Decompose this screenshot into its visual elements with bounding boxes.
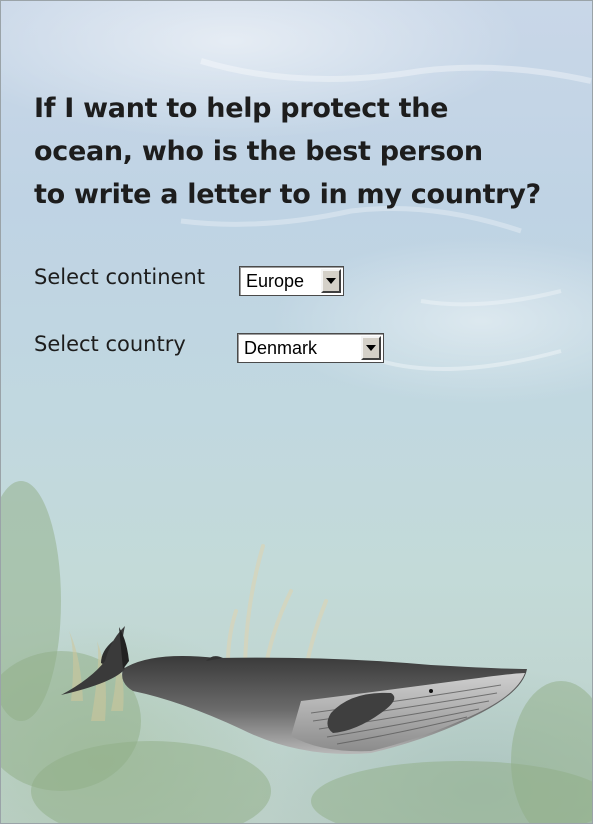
question-line-3: to write a letter to in my country? [34,179,541,210]
chevron-down-icon [366,345,376,351]
country-select-value: Denmark [244,337,318,358]
question-line-1: If I want to help protect the [34,93,449,124]
country-dropdown-button[interactable] [361,336,381,360]
continent-select[interactable]: Europe [239,266,344,296]
country-select[interactable]: Denmark [237,333,384,363]
continent-label: Select continent [34,265,206,289]
question-heading: If I want to help protect the ocean, who… [34,87,574,216]
country-label: Select country [34,332,186,356]
chevron-down-icon [326,278,336,284]
ocean-poll-page: If I want to help protect the ocean, who… [0,0,593,824]
continent-select-value: Europe [246,270,305,291]
continent-dropdown-button[interactable] [321,269,341,293]
question-line-2: ocean, who is the best person [34,136,483,167]
